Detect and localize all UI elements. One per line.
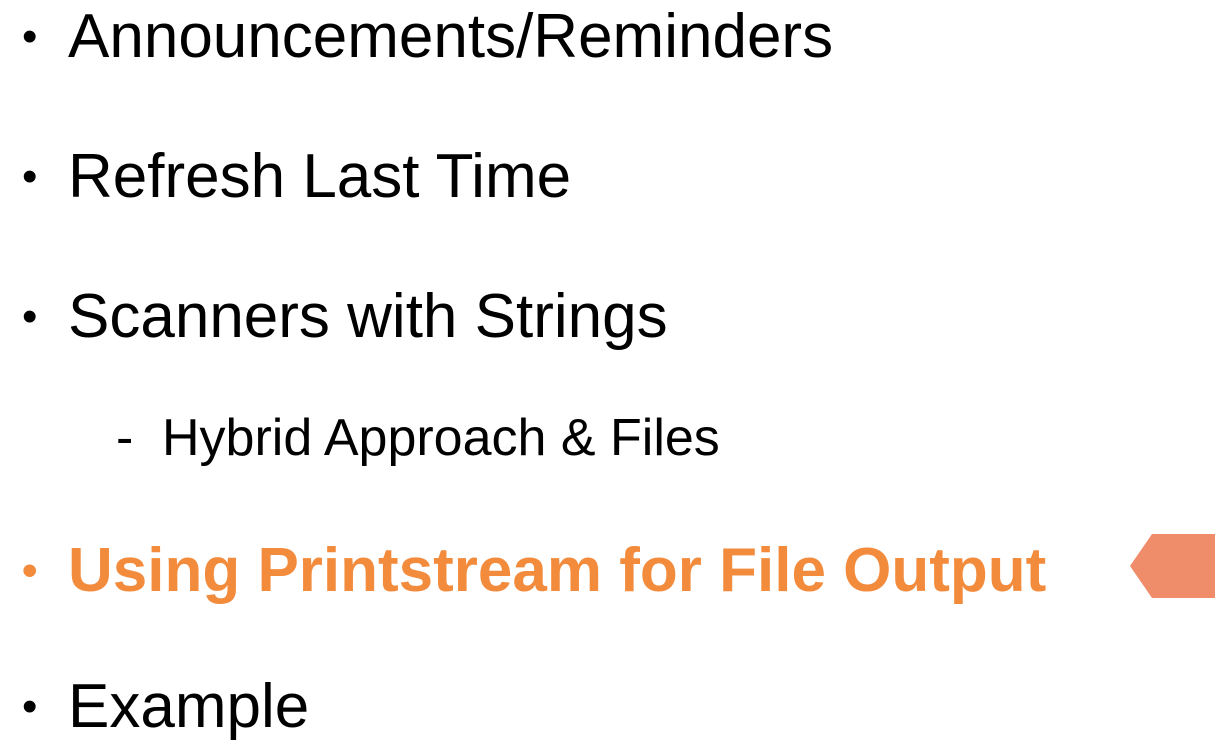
bullet-icon: • <box>22 292 38 341</box>
bullet-icon: • <box>22 682 38 731</box>
arrow-left-pointer-icon <box>1130 534 1215 598</box>
agenda-item-label: Refresh Last Time <box>68 142 572 211</box>
bullet-icon: • <box>22 12 38 61</box>
slide: • Announcements/Reminders • Refresh Last… <box>0 0 1215 745</box>
agenda-item-label: Using Printstream for File Output <box>68 536 1047 605</box>
agenda-subitem-label: Hybrid Approach & Files <box>162 409 720 467</box>
agenda-subitem-hybrid: - Hybrid Approach & Files <box>116 412 720 464</box>
bullet-icon: • <box>22 546 38 595</box>
agenda-item-label: Announcements/Reminders <box>68 2 834 71</box>
agenda-item-label: Example <box>68 672 310 741</box>
agenda-item-label: Scanners with Strings <box>68 282 668 351</box>
agenda-item-announcements: • Announcements/Reminders <box>22 6 833 68</box>
agenda-item-scanners: • Scanners with Strings <box>22 286 668 348</box>
bullet-icon: • <box>22 152 38 201</box>
agenda-item-printstream-current: • Using Printstream for File Output <box>22 540 1046 602</box>
agenda-item-example: • Example <box>22 676 309 738</box>
dash-icon: - <box>116 409 134 467</box>
agenda-item-refresh: • Refresh Last Time <box>22 146 571 208</box>
